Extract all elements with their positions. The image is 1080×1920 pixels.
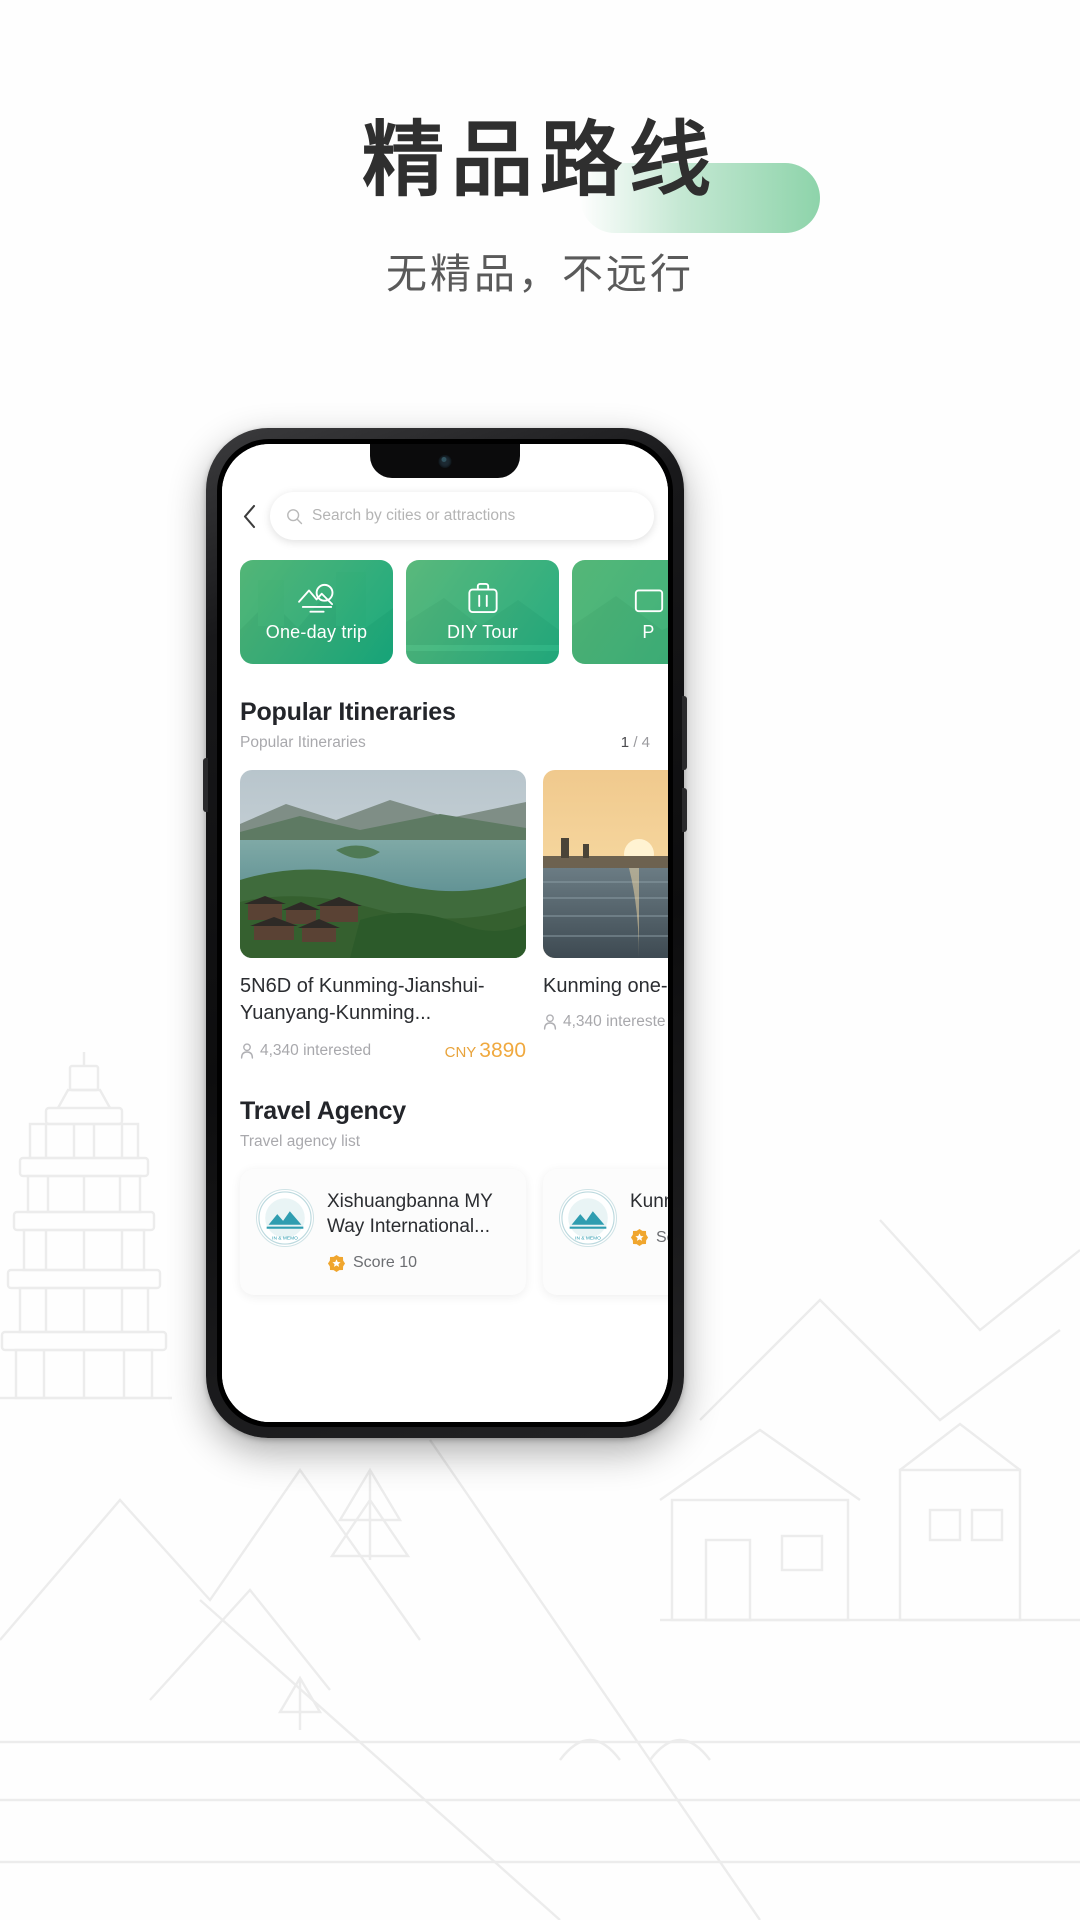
phone-button-left[interactable] (203, 758, 208, 812)
section-subtitle: Travel agency list (240, 1133, 361, 1151)
search-icon (287, 508, 303, 524)
section-subtitle: Popular Itineraries (240, 734, 366, 751)
package-icon (634, 589, 663, 613)
agency-name: Kunm... Inter... (630, 1191, 668, 1213)
itinerary-card-list[interactable]: 5N6D of Kunming-Jianshui-Yuanyang-Kunmin… (222, 752, 668, 1063)
person-icon (240, 1043, 254, 1059)
category-label: One-day trip (265, 622, 368, 642)
agency-body: Xishuangbanna MY Way International... Sc… (327, 1189, 510, 1273)
svg-text:IN & MEMO: IN & MEMO (272, 1236, 298, 1242)
front-camera-icon (438, 455, 452, 468)
person-icon (543, 1013, 557, 1030)
category-card-diy-tour[interactable]: DIY Tour (406, 560, 559, 664)
section-subheader: Popular Itineraries 1 / 4 (240, 734, 650, 752)
agency-name: Xishuangbanna MY Way International... (327, 1191, 493, 1238)
star-badge-icon (327, 1254, 346, 1272)
star-badge-icon (630, 1229, 649, 1247)
category-card-one-day-trip[interactable]: One-day trip (240, 560, 393, 664)
section-subheader: Travel agency list (240, 1133, 650, 1151)
agency-emblem-icon: IN & MEMO (258, 1191, 312, 1245)
itinerary-meta: 4,340 intereste (543, 1013, 668, 1031)
page-title-wrap: 精品路线 (352, 115, 820, 233)
lake-village-photo (240, 770, 526, 958)
itinerary-card[interactable]: 5N6D of Kunming-Jianshui-Yuanyang-Kunmin… (240, 770, 526, 1063)
back-button[interactable] (232, 496, 266, 536)
itinerary-interest: 4,340 intereste (543, 1013, 666, 1031)
category-card-list[interactable]: One-day trip DIY Tour P (222, 546, 668, 664)
agency-score: Score 10 (327, 1254, 510, 1273)
svg-text:IN & MEMO: IN & MEMO (575, 1236, 601, 1242)
carousel-counter: 1 / 4 (621, 734, 650, 751)
carousel-separator: / (633, 734, 638, 751)
search-placeholder: Search by cities or attractions (312, 507, 516, 524)
itinerary-interest-label: 4,340 intereste (563, 1012, 666, 1030)
agency-logo-icon: IN & MEMO (559, 1189, 617, 1248)
agency-score-label: Sc (656, 1228, 668, 1246)
price-currency: CNY (444, 1044, 477, 1062)
itinerary-price: CNY 3890 (445, 1039, 526, 1063)
section-popular-itineraries: Popular Itineraries Popular Itineraries … (222, 698, 668, 752)
promo-page: 精品路线 无精品，不远行 Search by cities or attract… (0, 0, 1080, 1920)
section-title: Popular Itineraries (240, 698, 456, 726)
itinerary-title: 5N6D of Kunming-Jianshui-Yuanyang-Kunmin… (240, 975, 485, 1024)
phone-button-right-lower[interactable] (682, 788, 687, 832)
agency-score: Sc (630, 1228, 668, 1247)
agency-score-label: Score 10 (353, 1254, 418, 1272)
phone-mockup: Search by cities or attractions One-day … (203, 428, 687, 1438)
carousel-total: 4 (641, 734, 650, 751)
app-topbar: Search by cities or attractions (222, 486, 668, 546)
itinerary-photo (543, 770, 668, 958)
suitcase-icon (467, 582, 498, 614)
itinerary-interest: 4,340 interested (240, 1042, 371, 1060)
agency-card[interactable]: IN & MEMO Kunm... Inter... (543, 1169, 668, 1295)
phone-bezel: Search by cities or attractions One-day … (217, 439, 673, 1427)
agency-emblem-icon: IN & MEMO (561, 1191, 615, 1245)
search-input[interactable]: Search by cities or attractions (270, 492, 654, 540)
section-travel-agency: Travel Agency Travel agency list (222, 1097, 668, 1151)
sunset-lake-photo (543, 770, 668, 958)
itinerary-photo (240, 770, 526, 958)
phone-notch (370, 444, 520, 478)
itinerary-meta: 4,340 interested CNY 3890 (240, 1039, 526, 1063)
agency-body: Kunm... Inter... Sc (630, 1189, 668, 1247)
itinerary-interest-label: 4,340 interested (260, 1042, 372, 1060)
phone-screen: Search by cities or attractions One-day … (222, 444, 668, 1422)
mountain-photo-icon (297, 583, 333, 613)
carousel-current: 1 (620, 734, 630, 751)
price-amount: 3890 (479, 1039, 526, 1063)
category-card-third[interactable]: P (572, 560, 668, 664)
promo-header: 精品路线 无精品，不远行 (0, 0, 1080, 300)
phone-button-right-upper[interactable] (682, 696, 687, 770)
chevron-left-icon (243, 504, 255, 528)
itinerary-title: Kunming one-... (543, 975, 668, 997)
page-subtitle: 无精品，不远行 (386, 251, 694, 298)
category-label: P (642, 622, 655, 642)
agency-card-list[interactable]: IN & MEMO Xishuangbanna MY Way Internati… (222, 1151, 668, 1295)
page-title: 精品路线 (361, 115, 718, 206)
section-title: Travel Agency (240, 1097, 407, 1126)
itinerary-card[interactable]: Kunming one-... 4,340 intereste (543, 770, 668, 1063)
agency-logo-icon: IN & MEMO (256, 1189, 314, 1248)
category-label: DIY Tour (447, 622, 518, 642)
agency-card[interactable]: IN & MEMO Xishuangbanna MY Way Internati… (240, 1169, 526, 1295)
app-viewport: Search by cities or attractions One-day … (222, 444, 668, 1422)
